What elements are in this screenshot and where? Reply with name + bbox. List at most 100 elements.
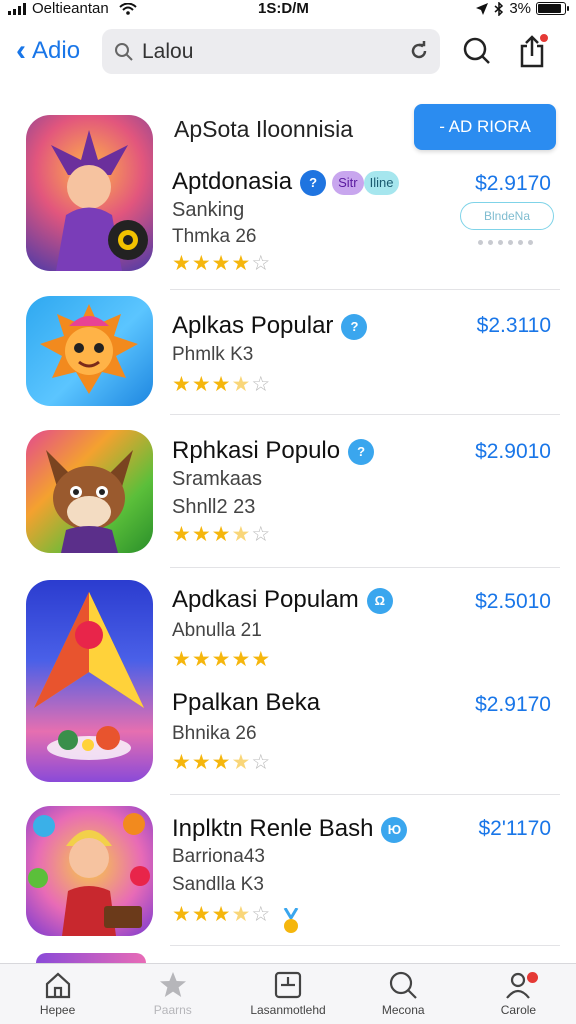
app-icon[interactable]	[26, 430, 153, 553]
star-icon: ★	[172, 648, 192, 671]
signal-icon	[8, 2, 26, 15]
search-bar[interactable]	[102, 29, 440, 74]
star-icon: ★	[172, 523, 192, 546]
app-subtitle: Sramkaas	[172, 468, 263, 490]
info-badge[interactable]: ?	[348, 438, 375, 465]
star-icon: ☆	[251, 252, 272, 275]
star-icon: ★	[172, 252, 192, 275]
tab-home[interactable]: Hepee	[0, 964, 115, 1024]
chevron-left-icon: ‹	[16, 34, 26, 67]
info-badge[interactable]: Ω	[366, 587, 393, 614]
divider	[170, 945, 560, 946]
share-button[interactable]	[518, 32, 550, 73]
tab-label: Lasanmotlehd	[250, 1003, 326, 1017]
nav-bar: ‹ Adio	[0, 28, 576, 78]
app-meta: Sandlla K3	[172, 874, 264, 895]
page-dots	[478, 240, 533, 245]
app-title[interactable]: Rphkasi Populo?	[172, 437, 375, 465]
app-meta: Abnulla 21	[172, 620, 262, 641]
app-title-text: Rphkasi Populo	[172, 437, 341, 464]
search-input[interactable]	[142, 39, 392, 64]
price-label: $2.9170	[475, 172, 551, 195]
app-icon[interactable]	[26, 296, 153, 406]
location-icon	[476, 2, 489, 15]
rating-stars: ★★★★★	[172, 647, 271, 672]
price-label: $2.9010	[475, 440, 551, 463]
app-icon[interactable]	[26, 115, 153, 271]
character-illustration	[28, 813, 150, 936]
get-button[interactable]: - AD RIORA	[414, 104, 556, 150]
tab-search[interactable]: Mecona	[346, 964, 461, 1024]
app-title[interactable]: Inplktn Renle Bash Ю	[172, 815, 408, 843]
star-icon: ★	[191, 252, 212, 275]
app-title[interactable]: Aplkas Popular?	[172, 312, 368, 340]
price-label: $2'1170	[478, 817, 551, 840]
star-icon: ★	[172, 373, 192, 396]
tab-label: Mecona	[381, 1003, 425, 1017]
divider	[170, 289, 560, 290]
star-icon: ☆	[251, 903, 272, 926]
rating-stars: ★★★★☆	[172, 902, 271, 927]
tab-featured[interactable]: Paarns	[115, 964, 230, 1024]
app-title[interactable]: Aptdonasia? Sitr Iline	[172, 168, 400, 196]
back-label: Adio	[32, 37, 81, 64]
carrier-label: Oeltieantan	[32, 0, 109, 17]
divider	[170, 567, 560, 568]
back-button[interactable]: ‹ Adio	[16, 36, 80, 66]
tag-group: Sitr Iline	[332, 170, 400, 195]
tab-apps[interactable]: Lasanmotlehd	[230, 964, 345, 1024]
star-icon: ★	[211, 252, 232, 275]
app-title-text: Apdkasi Populam	[172, 586, 359, 613]
app-title[interactable]: Apdkasi Populam Ω	[172, 586, 393, 614]
star-icon: ★	[231, 252, 252, 275]
refresh-icon[interactable]	[408, 40, 430, 62]
search-icon	[115, 42, 133, 61]
tab-label: Paarns	[153, 1003, 192, 1017]
star-icon: ★	[191, 751, 212, 774]
star-icon: ★	[211, 648, 232, 671]
info-badge[interactable]: Ю	[381, 816, 408, 843]
star-icon: ★	[211, 373, 232, 396]
app-title-text: Aptdonasia	[172, 168, 293, 195]
price-label: $2.3110	[476, 314, 551, 337]
info-badge[interactable]: ?	[341, 313, 368, 340]
app-title[interactable]: Ppalkan Beka	[172, 689, 320, 717]
rating-stars: ★★★★☆	[172, 251, 271, 276]
star-icon: ★	[211, 903, 232, 926]
app-icon-partial	[36, 953, 146, 963]
tab-bar: Hepee Paarns Lasanmotlehd Mecona Carole	[0, 963, 576, 1024]
star-icon: ★	[231, 373, 252, 396]
app-icon[interactable]	[26, 806, 153, 936]
app-title-text: Ppalkan Beka	[172, 689, 321, 716]
star-icon: ★	[231, 523, 252, 546]
star-icon: ★	[231, 751, 252, 774]
star-icon: ★	[191, 648, 212, 671]
price-label: $2.5010	[475, 590, 551, 613]
app-subtitle: Barriona43	[172, 846, 265, 867]
tag-pill: Iline	[363, 170, 400, 195]
battery-percent: 3%	[509, 0, 531, 17]
star-icon: ☆	[251, 751, 272, 774]
character-illustration	[34, 592, 144, 760]
app-icon[interactable]	[26, 580, 153, 782]
medal-icon	[283, 908, 299, 933]
character-illustration	[40, 304, 138, 394]
notification-dot	[538, 32, 550, 44]
search-icon[interactable]	[462, 36, 492, 66]
star-icon: ★	[211, 751, 232, 774]
star-icon: ★	[172, 751, 192, 774]
star-icon: ★	[231, 903, 252, 926]
star-icon: ★	[211, 523, 232, 546]
tab-profile[interactable]: Carole	[461, 964, 576, 1024]
tab-label: Carole	[500, 1003, 537, 1017]
star-icon: ★	[231, 648, 252, 671]
open-button[interactable]: BlndeNa	[460, 202, 554, 230]
rating-stars: ★★★★☆	[172, 750, 271, 775]
tab-label: Hepee	[39, 1003, 76, 1017]
app-meta: Shnll2 23	[172, 496, 256, 518]
app-meta: Phmlk K3	[172, 344, 254, 365]
star-icon: ★	[191, 373, 212, 396]
section-heading: ApSota Iloonnisia	[174, 116, 354, 142]
rating-stars: ★★★★☆	[172, 522, 271, 547]
info-badge[interactable]: ?	[300, 169, 327, 196]
